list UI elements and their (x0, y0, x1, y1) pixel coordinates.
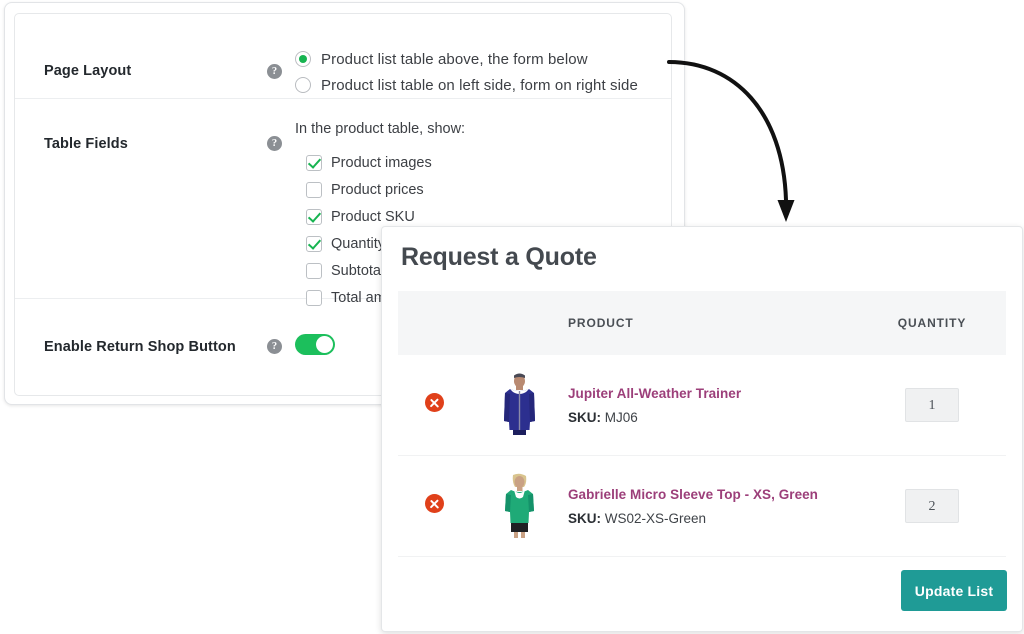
table-fields-label: Table Fields (44, 136, 128, 152)
radio-label-table-above: Product list table above, the form below (321, 50, 588, 68)
table-fields-intro: In the product table, show: (295, 121, 466, 137)
checkbox-label-subtotal: Subtotal (331, 262, 385, 279)
return-shop-label: Enable Return Shop Button (44, 338, 236, 355)
product-image-cell (470, 355, 568, 456)
product-thumbnail-jacket (492, 371, 546, 439)
question-mark-icon[interactable]: ? (267, 339, 282, 354)
table-row: Jupiter All-Weather Trainer SKU: MJ06 1 (398, 355, 1006, 456)
question-mark-icon[interactable]: ? (267, 64, 282, 79)
product-sku: SKU: WS02-XS-Green (568, 511, 858, 526)
product-name-link[interactable]: Jupiter All-Weather Trainer (568, 386, 858, 401)
radio-label-table-left: Product list table on left side, form on… (321, 76, 638, 94)
quote-table-head: PRODUCT QUANTITY (398, 291, 1006, 355)
page-layout-options: Product list table above, the form below… (295, 46, 671, 98)
quote-panel-title: Request a Quote (401, 243, 597, 271)
product-thumbnail-top (492, 472, 546, 540)
update-list-button[interactable]: Update List (901, 570, 1007, 611)
checkbox-product-images[interactable]: Product images (295, 149, 671, 176)
product-sku: SKU: MJ06 (568, 410, 858, 425)
radio-option-table-left[interactable]: Product list table on left side, form on… (295, 72, 671, 98)
return-shop-help[interactable]: ? (267, 339, 295, 354)
sku-label: SKU: (568, 409, 601, 425)
setting-row-page-layout: Page Layout ? Product list table above, … (15, 14, 671, 99)
remove-cell[interactable] (398, 456, 470, 557)
radio-icon-selected[interactable] (295, 51, 311, 67)
checkbox-icon-unchecked[interactable] (306, 262, 322, 279)
sku-value: MJ06 (604, 409, 638, 425)
checkbox-icon-checked[interactable] (306, 208, 322, 225)
quantity-input[interactable]: 2 (905, 489, 959, 523)
checkbox-icon-unchecked[interactable] (306, 181, 322, 198)
quote-table-body: Jupiter All-Weather Trainer SKU: MJ06 1 (398, 355, 1006, 557)
checkbox-product-prices[interactable]: Product prices (295, 176, 671, 203)
remove-circle-icon[interactable] (424, 393, 444, 412)
sku-value: WS02-XS-Green (604, 510, 707, 526)
product-info-cell: Jupiter All-Weather Trainer SKU: MJ06 (568, 355, 858, 456)
quantity-cell: 1 (858, 355, 1006, 456)
checkbox-icon-checked[interactable] (306, 235, 322, 252)
checkbox-label-product-images: Product images (331, 154, 432, 171)
request-quote-panel: Request a Quote PRODUCT QUANTITY Jupiter… (381, 226, 1023, 632)
table-fields-help[interactable]: ? (267, 121, 295, 151)
table-row: Gabrielle Micro Sleeve Top - XS, Green S… (398, 456, 1006, 557)
remove-cell[interactable] (398, 355, 470, 456)
checkbox-label-product-prices: Product prices (331, 181, 424, 198)
remove-circle-icon[interactable] (424, 494, 444, 513)
checkbox-label-quantity: Quantity (331, 235, 385, 252)
product-name-link[interactable]: Gabrielle Micro Sleeve Top - XS, Green (568, 487, 858, 502)
radio-option-table-above[interactable]: Product list table above, the form below (295, 46, 671, 72)
quote-table-header-row: PRODUCT QUANTITY (398, 291, 1006, 355)
page-layout-help[interactable]: ? (267, 46, 295, 79)
quote-products-table: PRODUCT QUANTITY Jupiter All-Weather Tra… (398, 291, 1006, 557)
checkbox-label-product-sku: Product SKU (331, 208, 415, 225)
quantity-cell: 2 (858, 456, 1006, 557)
toggle-switch-return-shop[interactable] (295, 333, 335, 355)
page-layout-label: Page Layout (44, 63, 132, 79)
radio-icon-unselected[interactable] (295, 77, 311, 93)
column-header-product: PRODUCT (568, 291, 858, 355)
column-header-quantity: QUANTITY (858, 291, 1006, 355)
sku-label: SKU: (568, 510, 601, 526)
checkbox-icon-unchecked[interactable] (306, 289, 322, 306)
question-mark-icon[interactable]: ? (267, 136, 282, 151)
column-header-image (470, 291, 568, 355)
product-image-cell (470, 456, 568, 557)
product-info-cell: Gabrielle Micro Sleeve Top - XS, Green S… (568, 456, 858, 557)
checkbox-icon-checked[interactable] (306, 154, 322, 171)
column-header-remove (398, 291, 470, 355)
quantity-input[interactable]: 1 (905, 388, 959, 422)
